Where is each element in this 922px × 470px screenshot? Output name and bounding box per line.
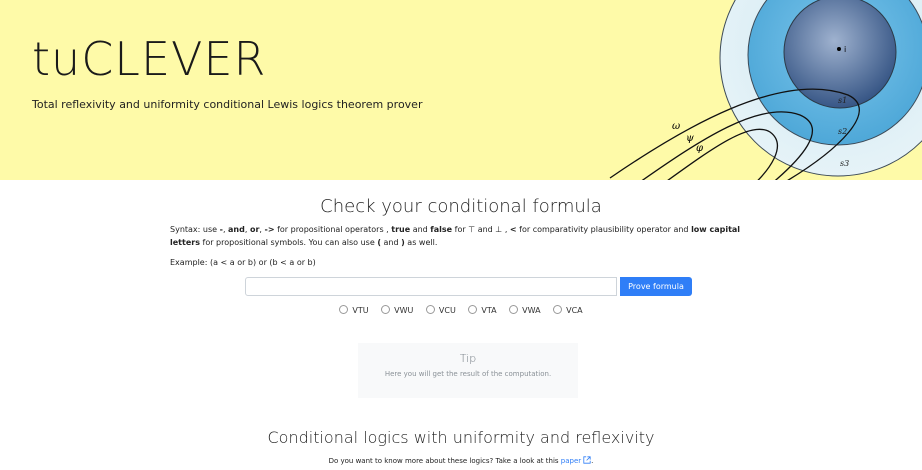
radio-vtu[interactable]: VTU [339, 305, 369, 315]
hero-banner: tuCLEVER Total reflexivity and uniformit… [0, 0, 922, 180]
syntax-keyword: false [430, 225, 453, 234]
app-subtitle: Total reflexivity and uniformity conditi… [32, 98, 423, 111]
example-formula: Example: (a < a or b) or (b < a or b) [170, 258, 316, 267]
radio-vta[interactable]: VTA [468, 305, 497, 315]
sphere-s2-label: s2 [838, 127, 847, 136]
radio-circle-icon[interactable] [553, 305, 563, 314]
phi-label: φ [696, 143, 703, 154]
syntax-text: for propositional symbols. You can also … [199, 238, 378, 247]
prove-formula-button[interactable]: Prove formula [620, 277, 692, 296]
syntax-text: for ⊤ and ⊥ , [452, 225, 510, 234]
syntax-text: Syntax: use [170, 225, 220, 234]
syntax-text: for comparativity plausibility operator … [516, 225, 692, 234]
syntax-text: and [380, 238, 402, 247]
omega-label: ω [672, 121, 680, 132]
syntax-keyword: and [228, 225, 245, 234]
info-text-end: . [591, 457, 594, 465]
radio-circle-icon[interactable] [381, 305, 391, 314]
tip-text: Here you will get the result of the comp… [384, 370, 552, 378]
radio-circle-icon[interactable] [339, 305, 349, 314]
external-link-icon [583, 456, 591, 464]
sphere-s1-label: s1 [838, 96, 847, 105]
radio-vca[interactable]: VCA [553, 305, 583, 315]
info-title: Conditional logics with uniformity and r… [267, 428, 655, 447]
radio-label: VWA [522, 306, 541, 315]
radio-label: VCU [438, 306, 456, 315]
radio-circle-icon[interactable] [509, 305, 519, 314]
syntax-text: and [410, 225, 431, 234]
syntax-text: for propositional operators , [274, 225, 392, 234]
radio-circle-icon[interactable] [425, 305, 435, 314]
world-dot [837, 47, 841, 51]
radio-label: VTA [481, 306, 497, 315]
radio-vwu[interactable]: VWU [381, 305, 413, 315]
check-title: Check your conditional formula [320, 196, 602, 217]
psi-label: ψ [686, 133, 694, 144]
radio-label: VTU [352, 306, 369, 315]
syntax-keyword: < [509, 225, 517, 234]
syntax-keyword: true [391, 225, 411, 234]
app-title: tuCLEVER [32, 32, 267, 86]
radio-label: VWU [394, 306, 414, 315]
info-text-start: Do you want to know more about these log… [328, 457, 561, 465]
sphere-s3-label: s3 [840, 159, 849, 168]
formula-input[interactable] [245, 277, 617, 296]
radio-circle-icon[interactable] [468, 305, 478, 314]
radio-vcu[interactable]: VCU [425, 305, 456, 315]
syntax-help: Syntax: use -, and, or, -> for propositi… [170, 223, 770, 249]
sphere-diagram: i s1 s2 s3 ω ψ φ [609, 0, 922, 180]
radio-label: VCA [566, 306, 583, 315]
tip-title: Tip [459, 352, 477, 365]
info-text: Do you want to know more about these log… [0, 456, 922, 465]
tip-panel: Tip Here you will get the result of the … [358, 343, 578, 398]
syntax-text: as well. [404, 238, 438, 247]
syntax-keyword: or [249, 225, 260, 234]
logic-selector: VTU VWU VCU VTA VWA VCA [0, 305, 922, 315]
sphere-s1 [783, 0, 897, 109]
syntax-keyword: -> [264, 225, 275, 234]
world-label: i [844, 45, 846, 54]
paper-link[interactable]: paper [560, 456, 591, 465]
paper-link-label: paper [560, 457, 582, 465]
radio-vwa[interactable]: VWA [509, 305, 541, 315]
